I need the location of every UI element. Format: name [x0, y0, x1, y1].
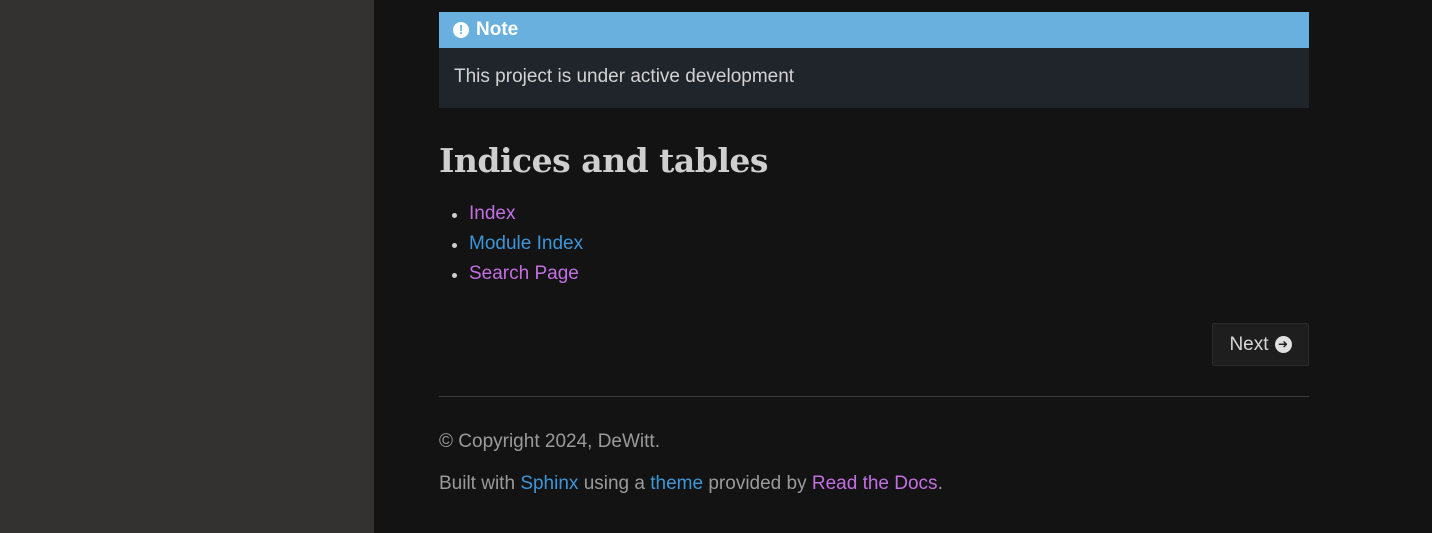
exclamation-circle-icon: ! — [453, 22, 469, 38]
document-body: ! Note This project is under active deve… — [439, 12, 1309, 496]
footer-period: . — [937, 473, 943, 494]
arrow-circle-right-icon: ➜ — [1274, 336, 1292, 353]
indices-list: Index Module Index Search Page — [439, 199, 1309, 289]
page-navigation: Next ➜ — [439, 323, 1309, 367]
using-a-text: using a — [583, 473, 645, 494]
read-the-docs-link[interactable]: Read the Docs — [812, 473, 938, 494]
note-body: This project is under active development — [454, 66, 795, 87]
main-content: ! Note This project is under active deve… — [374, 0, 1432, 533]
sidebar — [0, 0, 374, 533]
list-item: Search Page — [439, 259, 1309, 289]
module-index-link[interactable]: Module Index — [469, 233, 583, 254]
footer-copyright: © Copyright 2024, DeWitt. — [439, 431, 660, 452]
index-link[interactable]: Index — [469, 203, 515, 224]
note-title-bar: ! Note — [439, 12, 1309, 48]
sphinx-link[interactable]: Sphinx — [520, 473, 578, 494]
list-item: Index — [439, 199, 1309, 229]
list-item: Module Index — [439, 229, 1309, 259]
footer-divider — [439, 396, 1309, 397]
note-title: Note — [476, 19, 519, 40]
built-prefix: Built with — [439, 473, 516, 494]
theme-link[interactable]: theme — [650, 473, 703, 494]
search-page-link[interactable]: Search Page — [469, 263, 579, 284]
footer-built-with: Built with Sphinx using a theme provided… — [439, 472, 1309, 496]
next-button-label: Next — [1229, 333, 1269, 355]
section-heading: Indices and tables — [439, 141, 768, 180]
page-layout: ! Note This project is under active deve… — [0, 0, 1432, 533]
next-button[interactable]: Next ➜ — [1212, 323, 1309, 366]
provided-by-text: provided by — [708, 473, 807, 494]
note-admonition: ! Note This project is under active deve… — [439, 12, 1309, 108]
